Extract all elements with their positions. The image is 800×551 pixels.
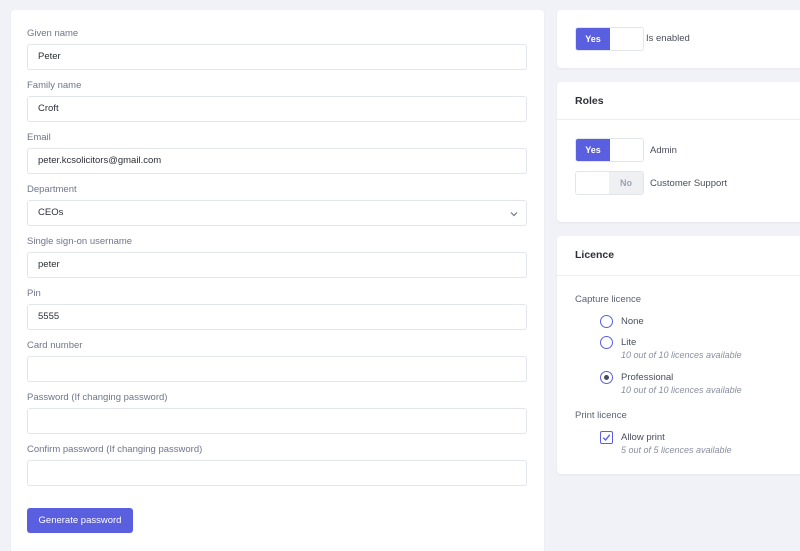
customer-support-toggle[interactable]: No [575,171,644,195]
confirm-password-input[interactable] [27,460,527,486]
checkmark-icon [602,434,611,442]
family-name-label: Family name [27,80,82,91]
password-input[interactable] [27,408,527,434]
roles-divider [557,119,800,120]
allow-print-checkbox[interactable] [600,431,613,444]
capture-none-radio[interactable] [600,315,613,328]
enabled-toggle[interactable]: Yes [575,27,644,51]
capture-professional-radio[interactable] [600,371,613,384]
card-number-label: Card number [27,340,83,351]
capture-none-label: None [621,316,644,327]
given-name-input[interactable]: Peter [27,44,527,70]
family-name-input[interactable]: Croft [27,96,527,122]
email-input[interactable]: peter.kcsolicitors@gmail.com [27,148,527,174]
department-label: Department [27,184,77,195]
radio-selected-dot [604,375,609,380]
sso-username-input[interactable]: peter [27,252,527,278]
licence-title: Licence [575,249,615,261]
card-number-input[interactable] [27,356,527,382]
department-select[interactable]: CEOs [27,200,527,226]
allow-print-label: Allow print [621,432,665,443]
licence-card: Licence Capture licence None Lite 10 out… [557,236,800,474]
admin-toggle-yes: Yes [576,139,610,161]
pin-input[interactable]: 5555 [27,304,527,330]
customer-support-label: Customer Support [650,178,728,189]
enabled-card: Yes Is enabled [557,10,800,68]
given-name-label: Given name [27,28,79,39]
roles-card: Roles Yes Admin No Customer Support [557,82,800,222]
allow-print-availability: 5 out of 5 licences available [621,445,732,455]
capture-lite-radio[interactable] [600,336,613,349]
print-licence-label: Print licence [575,410,627,421]
password-label: Password (If changing password) [27,392,168,403]
licence-divider [557,275,800,276]
pin-label: Pin [27,288,41,299]
enabled-toggle-yes: Yes [576,28,610,50]
capture-lite-availability: 10 out of 10 licences available [621,350,742,360]
user-form-card: Given name Peter Family name Croft Email… [11,10,544,551]
roles-title: Roles [575,95,604,107]
capture-licence-label: Capture licence [575,294,642,305]
capture-lite-label: Lite [621,337,637,348]
generate-password-button[interactable]: Generate password [27,508,133,533]
enabled-label: Is enabled [646,33,690,44]
chevron-down-icon [510,201,518,225]
admin-label: Admin [650,145,677,156]
admin-toggle[interactable]: Yes [575,138,644,162]
email-label: Email [27,132,51,143]
confirm-password-label: Confirm password (If changing password) [27,444,203,455]
capture-professional-availability: 10 out of 10 licences available [621,385,742,395]
customer-support-toggle-no: No [609,172,643,194]
department-value: CEOs [38,207,64,218]
capture-professional-label: Professional [621,372,674,383]
sso-username-label: Single sign-on username [27,236,133,247]
